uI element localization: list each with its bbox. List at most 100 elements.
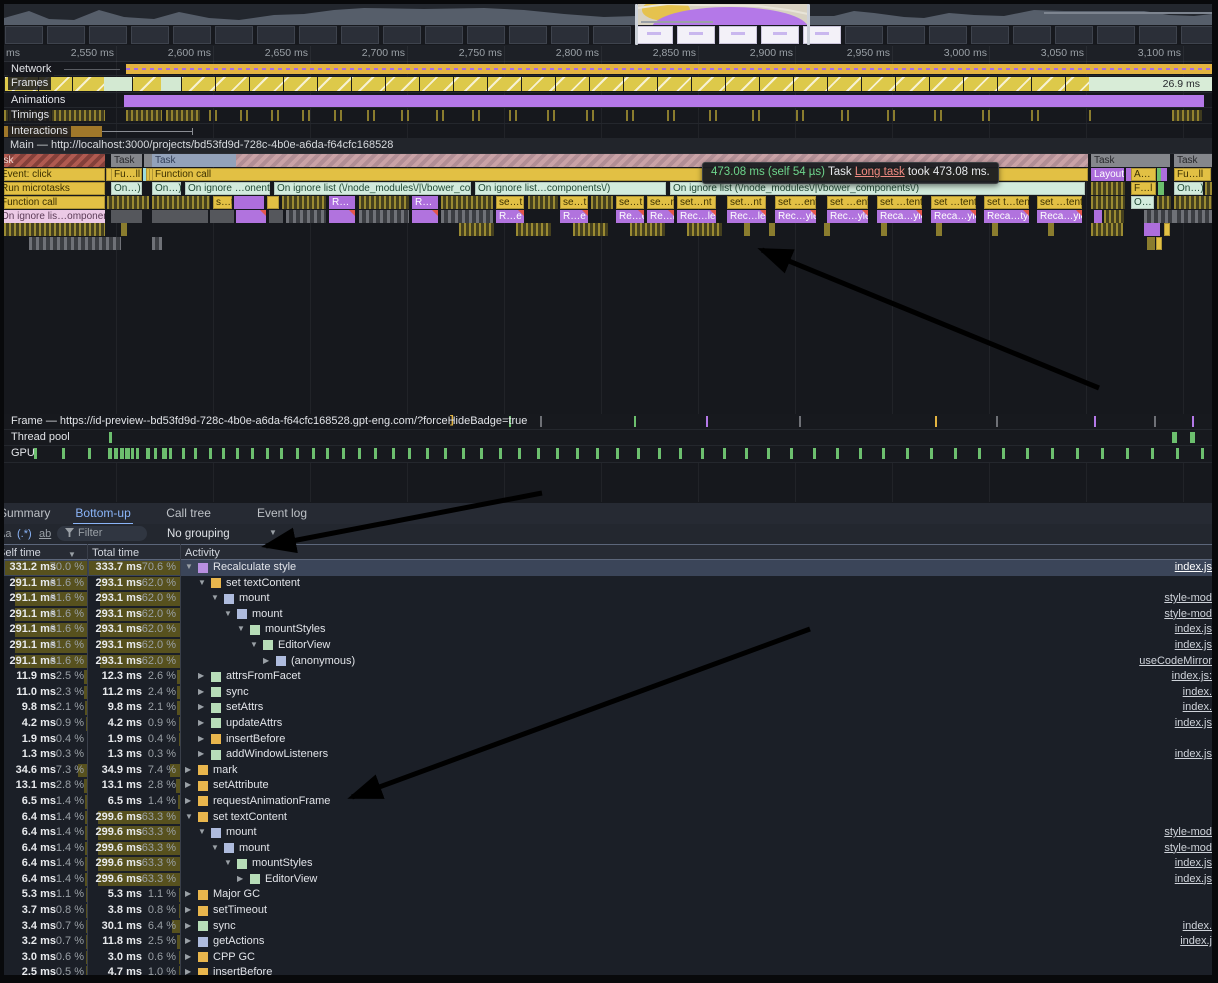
minimap-selection-window[interactable] bbox=[638, 4, 808, 25]
timing-mark[interactable] bbox=[340, 110, 342, 121]
long-task-link[interactable]: Long task bbox=[855, 166, 905, 178]
flame-bar[interactable]: Reca…tyle bbox=[984, 210, 1029, 223]
timing-mark[interactable] bbox=[847, 110, 849, 121]
table-row[interactable]: 3.2 ms0.7 %11.8 ms2.5 %▶getActionsindex.… bbox=[4, 934, 1212, 950]
expand-toggle-icon[interactable]: ▶ bbox=[185, 796, 191, 805]
timing-mark[interactable] bbox=[632, 110, 634, 121]
timing-mark[interactable] bbox=[1037, 110, 1039, 121]
filmstrip-thumbnail[interactable] bbox=[887, 26, 925, 44]
track-network[interactable]: Network bbox=[4, 62, 1212, 76]
filmstrip-thumbnail[interactable] bbox=[47, 26, 85, 44]
minimap-handle-left[interactable] bbox=[635, 4, 638, 45]
source-link[interactable]: index.js bbox=[1175, 873, 1212, 885]
table-row[interactable]: 6.5 ms1.4 %6.5 ms1.4 %▶requestAnimationF… bbox=[4, 794, 1212, 810]
flame-bar[interactable]: set …ent bbox=[775, 196, 816, 209]
timing-mark[interactable] bbox=[1089, 110, 1091, 121]
flame-fragment[interactable] bbox=[1144, 210, 1174, 223]
filmstrip-thumbnail[interactable] bbox=[1181, 26, 1212, 44]
flame-fragment[interactable] bbox=[1158, 182, 1164, 195]
timing-mark[interactable] bbox=[592, 110, 594, 121]
flame-fragment[interactable] bbox=[1144, 223, 1160, 236]
expand-toggle-icon[interactable]: ▼ bbox=[224, 609, 232, 618]
table-row[interactable]: 11.0 ms2.3 %11.2 ms2.4 %▶syncindex. bbox=[4, 685, 1212, 701]
flame-fragment[interactable] bbox=[269, 210, 283, 223]
flame-bar[interactable]: On ignore list (\/node_modules\/|\/bower… bbox=[274, 182, 471, 195]
expand-toggle-icon[interactable]: ▶ bbox=[198, 671, 204, 680]
expand-toggle-icon[interactable]: ▶ bbox=[198, 687, 204, 696]
flame-fragment[interactable] bbox=[152, 196, 210, 209]
filmstrip-thumbnail[interactable] bbox=[341, 26, 379, 44]
main-thread-header[interactable]: Main — http://localhost:3000/projects/bd… bbox=[4, 138, 1212, 154]
flame-bar[interactable]: Rec…le bbox=[727, 210, 766, 223]
table-row[interactable]: 2.5 ms0.5 %4.7 ms1.0 %▶insertBefore bbox=[4, 965, 1212, 975]
flame-bar[interactable]: R…e bbox=[560, 210, 588, 223]
flame-bar[interactable]: set…nt bbox=[727, 196, 766, 209]
flame-bar[interactable]: s…t bbox=[213, 196, 232, 209]
timing-mark[interactable] bbox=[547, 110, 549, 121]
table-row[interactable]: 6.4 ms1.4 %299.6 ms63.3 %▼mountStylesind… bbox=[4, 856, 1212, 872]
timing-mark[interactable] bbox=[673, 110, 675, 121]
flame-fragment[interactable] bbox=[1174, 196, 1212, 209]
flame-bar[interactable]: Task bbox=[4, 154, 105, 167]
flame-fragment[interactable] bbox=[359, 196, 409, 209]
source-link[interactable]: style-mod bbox=[1164, 842, 1212, 854]
flame-bar[interactable]: On…) bbox=[111, 182, 142, 195]
filmstrip-thumbnail[interactable] bbox=[1139, 26, 1177, 44]
flame-bar[interactable]: Re…e bbox=[616, 210, 644, 223]
filmstrip-thumbnail[interactable] bbox=[173, 26, 211, 44]
timing-mark[interactable] bbox=[667, 110, 669, 121]
tab-event-log[interactable]: Event log bbox=[255, 503, 309, 523]
filmstrip-thumbnail[interactable] bbox=[89, 26, 127, 44]
filter-input[interactable]: Filter bbox=[57, 526, 147, 541]
flame-fragment[interactable] bbox=[1156, 237, 1162, 250]
flame-bar[interactable]: Function call bbox=[4, 196, 105, 209]
timing-mark[interactable] bbox=[515, 110, 517, 121]
table-row[interactable]: 291.1 ms61.6 %293.1 ms62.0 %▶(anonymous)… bbox=[4, 654, 1212, 670]
flame-fragment[interactable] bbox=[459, 223, 494, 236]
expand-toggle-icon[interactable]: ▶ bbox=[198, 718, 204, 727]
flame-bar[interactable]: set t…tent bbox=[984, 196, 1029, 209]
flame-bar[interactable]: Reca…yle bbox=[1037, 210, 1082, 223]
expand-toggle-icon[interactable]: ▼ bbox=[211, 843, 219, 852]
flame-fragment[interactable] bbox=[234, 196, 264, 209]
source-link[interactable]: style-mod bbox=[1164, 608, 1212, 620]
frame-idle[interactable] bbox=[161, 77, 181, 91]
filmstrip-thumbnail[interactable] bbox=[929, 26, 967, 44]
flame-fragment[interactable] bbox=[1174, 210, 1212, 223]
filmstrip-thumbnail[interactable] bbox=[845, 26, 883, 44]
flame-bar[interactable]: Rec…yle bbox=[827, 210, 868, 223]
flame-fragment[interactable] bbox=[936, 223, 942, 236]
timing-mark[interactable] bbox=[334, 110, 336, 121]
timing-mark[interactable] bbox=[401, 110, 403, 121]
flame-fragment[interactable] bbox=[282, 196, 326, 209]
track-gpu[interactable]: GPU bbox=[4, 446, 1212, 463]
flame-bar[interactable]: Rec…le bbox=[677, 210, 716, 223]
source-link[interactable]: index. bbox=[1183, 686, 1212, 698]
timing-mark[interactable] bbox=[982, 110, 984, 121]
table-row[interactable]: 6.4 ms1.4 %299.6 ms63.3 %▼mountstyle-mod bbox=[4, 841, 1212, 857]
flame-bar[interactable]: Reca…yle bbox=[931, 210, 976, 223]
filmstrip-thumbnail[interactable] bbox=[551, 26, 589, 44]
flame-fragment[interactable] bbox=[1161, 168, 1167, 181]
source-link[interactable]: useCodeMirror bbox=[1139, 655, 1212, 667]
timing-mark[interactable] bbox=[934, 110, 936, 121]
table-row[interactable]: 291.1 ms61.6 %293.1 ms62.0 %▼mountstyle-… bbox=[4, 607, 1212, 623]
expand-toggle-icon[interactable]: ▼ bbox=[198, 827, 206, 836]
expand-toggle-icon[interactable]: ▶ bbox=[185, 952, 191, 961]
track-timings[interactable]: Timings bbox=[4, 108, 1212, 124]
flame-bar[interactable]: On…) bbox=[152, 182, 181, 195]
filmstrip-thumbnail[interactable] bbox=[5, 26, 43, 44]
flame-fragment[interactable] bbox=[267, 196, 279, 209]
flame-fragment[interactable] bbox=[152, 237, 162, 250]
details-tab-bar[interactable]: SummaryBottom-upCall treeEvent log bbox=[4, 503, 1212, 525]
whole-word-icon[interactable]: ab bbox=[39, 526, 51, 542]
table-row[interactable]: 3.0 ms0.6 %3.0 ms0.6 %▶CPP GC bbox=[4, 950, 1212, 966]
expand-toggle-icon[interactable]: ▶ bbox=[185, 780, 191, 789]
table-row[interactable]: 34.6 ms7.3 %34.9 ms7.4 %▶mark bbox=[4, 763, 1212, 779]
filmstrip-thumbnail[interactable] bbox=[761, 26, 799, 44]
expand-toggle-icon[interactable]: ▶ bbox=[185, 905, 191, 914]
flame-bar[interactable]: set …tent bbox=[931, 196, 976, 209]
filmstrip-thumbnail[interactable] bbox=[383, 26, 421, 44]
flame-bar[interactable]: On ignore …onents\/) bbox=[185, 182, 270, 195]
table-row[interactable]: 291.1 ms61.6 %293.1 ms62.0 %▼set textCon… bbox=[4, 576, 1212, 592]
